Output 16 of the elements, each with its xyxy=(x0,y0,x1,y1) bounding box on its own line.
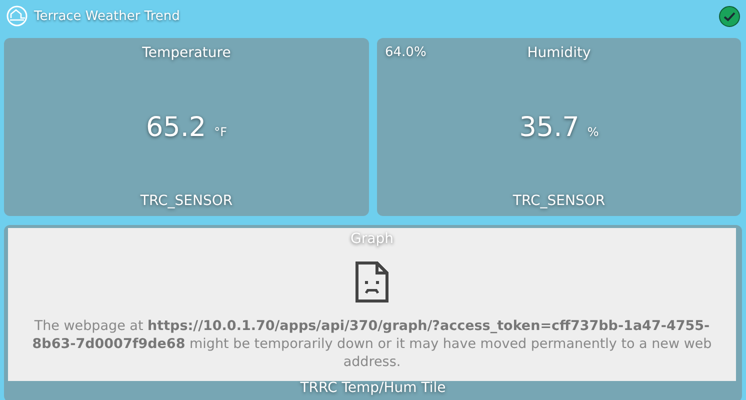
tile-value: 35.7 xyxy=(519,112,580,142)
error-message: The webpage at https://10.0.1.70/apps/api/370/graph/?access_token=cff737bb-1a47-4755-8b63-7d0007f9de68 might be temporarily down or it may have moved permanently to a new web address. xyxy=(31,317,713,371)
tile-unit: °F xyxy=(214,124,228,138)
dashboard-title: Terrace Weather Trend xyxy=(34,8,181,24)
sad-page-icon xyxy=(355,261,389,303)
sensor-tile[interactable]: 64.0% Humidity 35.7 % TRC_SENSOR xyxy=(377,38,741,216)
tile-title: Temperature xyxy=(142,45,231,61)
tile-unit: % xyxy=(587,124,599,138)
tile-title: Graph xyxy=(350,231,394,247)
tile-reading: 64.0% xyxy=(385,45,426,60)
tile-value: 65.2 xyxy=(146,112,206,142)
tile-label: TRRC Temp/Hum Tile xyxy=(300,380,446,396)
device-name: TRC_SENSOR xyxy=(140,193,233,209)
device-name: TRC_SENSOR xyxy=(512,193,606,209)
tile-title: Humidity xyxy=(527,45,591,61)
sensor-tile[interactable]: Temperature 65.2 °F TRC_SENSOR xyxy=(4,38,369,216)
